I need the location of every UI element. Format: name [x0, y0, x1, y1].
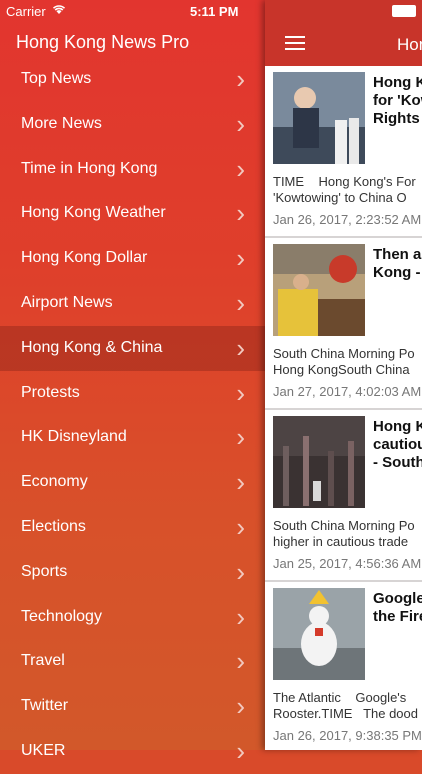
article-date: Jan 26, 2017, 9:38:35 PM [273, 728, 422, 743]
article-thumbnail [273, 244, 365, 336]
sidebar-item[interactable]: Protests › [0, 371, 265, 416]
article-date: Jan 26, 2017, 2:23:52 AM [273, 212, 422, 227]
sidebar-item[interactable]: Sports › [0, 550, 265, 595]
sidebar-item[interactable]: More News › [0, 102, 265, 147]
article-source: TIME Hong Kong's For 'Kowtowing' to Chin… [273, 174, 416, 205]
chevron-right-icon: › [236, 601, 245, 632]
sidebar-item[interactable]: Technology › [0, 595, 265, 640]
sidebar-item-label: Economy [21, 473, 88, 491]
sidebar-item[interactable]: Hong Kong & China › [0, 325, 265, 371]
sidebar-item-label: Sports [21, 562, 68, 580]
article-thumbnail [273, 416, 365, 508]
sidebar-item-label: Top News [21, 70, 92, 87]
drawer-title: Hong Kong News Pro [16, 32, 190, 52]
sidebar-item[interactable]: Time in Hong Kong › [0, 147, 265, 192]
sidebar-item[interactable]: Top News › [0, 57, 265, 102]
article-title: Hong K cautiou - South [373, 418, 422, 471]
sidebar-item-label: Twitter [21, 697, 69, 715]
sidebar-item-label: Time in Hong Kong [21, 159, 158, 177]
sidebar-item-label: Hong Kong & China [21, 338, 163, 356]
carrier-label: Carrier [6, 4, 46, 19]
article-source: The Atlantic Google's Rooster.TIME The d… [273, 690, 418, 721]
sidebar-item[interactable]: Airport News › [0, 281, 265, 326]
chevron-right-icon: › [236, 108, 245, 139]
article-card[interactable]: Google the Fire The Atlantic Google's Roo… [265, 582, 422, 750]
article-source: South China Morning Po higher in cautiou… [273, 518, 415, 549]
status-time: 5:11 PM [190, 4, 239, 19]
sidebar-item-label: Protests [21, 383, 80, 401]
sidebar-item-label: HK Disneyland [21, 428, 127, 446]
chevron-right-icon: › [236, 153, 245, 184]
article-card[interactable]: Hong Kong's for 'Kowt Rights TIME Hong Ko… [265, 66, 422, 238]
article-card[interactable]: Hong K cautiou - South South China Mornin… [265, 410, 422, 582]
chevron-right-icon: › [236, 691, 245, 722]
chevron-right-icon: › [236, 198, 245, 229]
chevron-right-icon: › [236, 287, 245, 318]
side-drawer: Hong Kong News Pro Top News › More News › Ti… [0, 0, 265, 766]
chevron-right-icon: › [236, 377, 245, 408]
sidebar-item[interactable]: HK Disneyland › [0, 415, 265, 460]
sidebar-item[interactable]: Travel › [0, 639, 265, 684]
sidebar-item[interactable]: Hong Kong Dollar › [0, 236, 265, 281]
sidebar-item[interactable]: Hong Kong Weather › [0, 191, 265, 236]
sidebar-item-label: Technology [21, 607, 102, 625]
sidebar-item-label: Airport News [21, 293, 113, 311]
chevron-right-icon: › [236, 422, 245, 453]
hamburger-menu-icon[interactable] [285, 36, 305, 50]
sidebar-item-label: Hong Kong Weather [21, 204, 166, 222]
chevron-right-icon: › [236, 332, 245, 363]
chevron-right-icon: › [236, 556, 245, 587]
article-card[interactable]: Then a Kong - South China Morning Po Hong… [265, 238, 422, 410]
article-title: Hong Kong's for 'Kowt Rights [373, 74, 422, 127]
article-source: South China Morning Po Hong KongSouth Ch… [273, 346, 415, 377]
chevron-right-icon: › [236, 735, 245, 766]
sidebar-item[interactable]: Twitter › [0, 684, 265, 729]
chevron-right-icon: › [236, 511, 245, 542]
article-date: Jan 27, 2017, 4:02:03 AM [273, 384, 422, 399]
sidebar-item-label: Travel [21, 652, 65, 670]
battery-icon [392, 5, 416, 17]
drawer-menu: Top News › More News › Time in Hong Kong › Hon… [0, 57, 265, 774]
sidebar-item-label: More News [21, 114, 102, 132]
chevron-right-icon: › [236, 64, 245, 94]
wifi-icon [52, 3, 66, 18]
article-title: Google the Fire [373, 590, 422, 625]
article-title: Then a Kong - [373, 246, 422, 281]
article-thumbnail [273, 72, 365, 164]
page-title: Hong Kong & China [397, 35, 422, 54]
article-date: Jan 25, 2017, 4:56:36 AM [273, 556, 422, 571]
chevron-right-icon: › [236, 646, 245, 677]
sidebar-item-label: Elections [21, 517, 86, 535]
chevron-right-icon: › [236, 243, 245, 274]
sidebar-item[interactable]: Economy › [0, 460, 265, 505]
status-bar: Carrier 5:11 PM [0, 0, 422, 22]
article-thumbnail [273, 588, 365, 680]
sidebar-item-label: UKER [21, 741, 66, 759]
article-list: Hong Kong's for 'Kowt Rights TIME Hong Ko… [265, 66, 422, 750]
sidebar-item-label: Hong Kong Dollar [21, 249, 148, 267]
chevron-right-icon: › [236, 467, 245, 498]
sidebar-item[interactable]: Elections › [0, 505, 265, 550]
sidebar-item[interactable]: UKER › [0, 729, 265, 774]
content-panel[interactable]: Hong Kong & China Hong Kong's for 'Kowt … [265, 0, 422, 750]
